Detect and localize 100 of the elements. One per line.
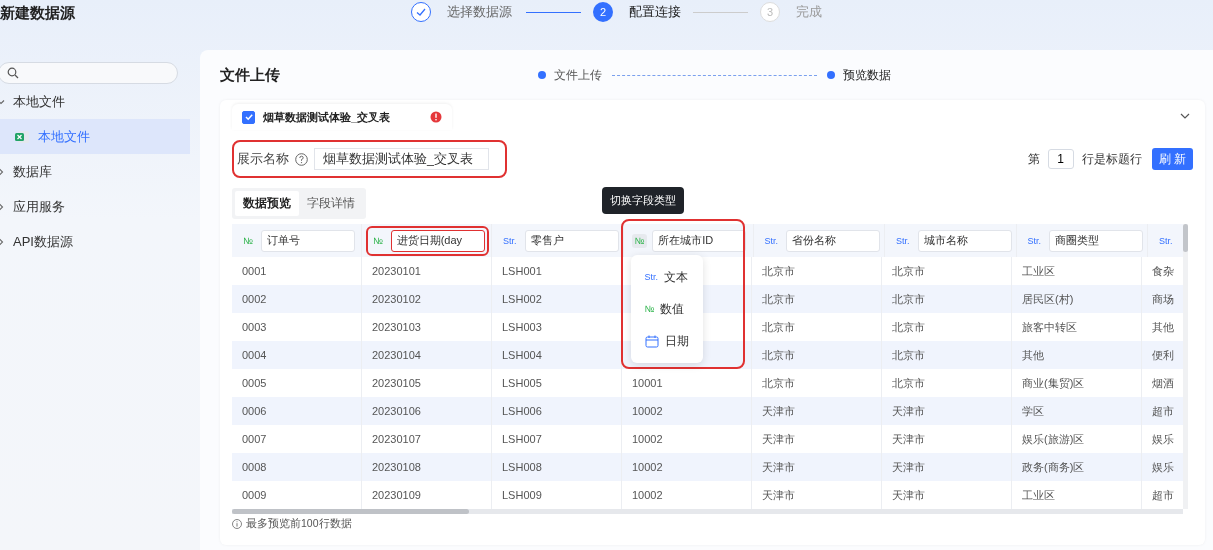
table-cell: 20230107 (372, 433, 421, 445)
menu-item[interactable]: № 数值 (630, 293, 703, 325)
table-cell: 0002 (242, 293, 267, 305)
search-field[interactable] (0, 62, 178, 84)
chevron-icon (0, 97, 5, 106)
scrollbar-thumb[interactable] (232, 509, 469, 514)
menu-label: 数值 (660, 300, 685, 318)
table-cell: 20230109 (372, 489, 421, 501)
table-cell: 10002 (632, 489, 663, 501)
table-cell: 天津市 (892, 403, 925, 419)
field-label: 展示名称 (237, 150, 289, 168)
table-cell: 天津市 (762, 487, 795, 503)
table-cell: LSH008 (502, 461, 542, 473)
table-cell: 10002 (632, 405, 663, 417)
table-cell: 其他 (1152, 319, 1174, 335)
scrollbar-thumb[interactable] (1183, 224, 1188, 252)
column-name-field[interactable]: 商圈类型 (1049, 229, 1144, 252)
field-type-toggle[interactable]: Str. (1156, 233, 1176, 248)
table-cell: LSH009 (502, 489, 542, 501)
column-name-field[interactable]: 进货日期(day (390, 229, 485, 252)
menu-item[interactable]: Str. 文本 (630, 261, 703, 293)
menu-label: 文本 (664, 268, 689, 286)
table-cell: 天津市 (762, 431, 795, 447)
step-label: 配置连接 (629, 3, 681, 21)
tree-label: 应用服务 (13, 197, 65, 216)
column-name-field[interactable]: 所在城市ID (652, 229, 747, 252)
table-cell: 10002 (632, 461, 663, 473)
table-cell: 10001 (632, 377, 663, 389)
table-cell: LSH005 (502, 377, 542, 389)
field-type-toggle[interactable]: Str. (893, 233, 913, 248)
footnote: 最多预览前100行数据 (246, 517, 352, 531)
chevron-icon (0, 167, 5, 176)
step-indicator: 2 (593, 2, 613, 22)
table-cell: 0003 (242, 321, 267, 333)
table-cell: 娱乐 (1152, 431, 1174, 447)
tree-item[interactable]: 本地文件 (0, 84, 190, 119)
field-type-toggle[interactable]: Str. (500, 233, 520, 248)
step-label: 预览数据 (843, 66, 891, 84)
column-name-field[interactable]: 城市名称 (917, 229, 1012, 252)
table-cell: LSH001 (502, 265, 542, 277)
table-cell: 北京市 (892, 263, 925, 279)
checkbox[interactable] (242, 110, 255, 124)
type-mark: Str. (644, 272, 659, 282)
column-name-field[interactable]: 零售户 (524, 229, 619, 252)
table-cell: 20230104 (372, 349, 421, 361)
table-cell: 20230106 (372, 405, 421, 417)
header-row-field[interactable]: 1 (1047, 149, 1074, 169)
table-cell: 北京市 (892, 347, 925, 363)
table-cell: 天津市 (762, 403, 795, 419)
table-cell: 天津市 (762, 459, 795, 475)
table-cell: LSH006 (502, 405, 542, 417)
table-cell: 北京市 (892, 291, 925, 307)
table-cell: LSH004 (502, 349, 542, 361)
info-icon (232, 519, 242, 529)
search-icon (7, 67, 19, 79)
file-name: 烟草数据测试体验_交叉表 (263, 109, 392, 125)
table-cell: 北京市 (762, 319, 795, 335)
display-name-field[interactable]: 烟草数据测试体验_交叉表 (314, 148, 489, 170)
table-cell: 0006 (242, 405, 267, 417)
tree-item[interactable]: API数据源 (0, 224, 190, 259)
table-cell: 超市 (1152, 403, 1174, 419)
tree-item[interactable]: 应用服务 (0, 189, 190, 224)
step-label: 文件上传 (554, 66, 602, 84)
step-label: 完成 (796, 3, 822, 21)
table-cell: 学区 (1022, 403, 1044, 419)
table-cell: 商业(集贸)区 (1022, 375, 1085, 391)
step-dot-icon (827, 71, 835, 79)
table-cell: 商场 (1152, 291, 1174, 307)
table-cell: 北京市 (762, 291, 795, 307)
table-cell: 北京市 (762, 263, 795, 279)
table-cell: 0001 (242, 265, 267, 277)
tab[interactable]: 字段详情 (299, 191, 363, 216)
table-cell: 0007 (242, 433, 267, 445)
menu-item[interactable]: 日期 (630, 325, 703, 357)
tree-item[interactable]: 数据库 (0, 154, 190, 189)
step-label: 选择数据源 (447, 3, 512, 21)
table-cell: 北京市 (762, 375, 795, 391)
refresh-button[interactable]: 刷 新 (1151, 148, 1193, 170)
table-cell: 天津市 (892, 487, 925, 503)
field-type-toggle[interactable]: Str. (1024, 233, 1045, 248)
table-cell: 工业区 (1022, 487, 1055, 503)
table-cell: 北京市 (762, 347, 795, 363)
tab[interactable]: 数据预览 (235, 191, 299, 216)
field-label: 第 (1027, 150, 1040, 168)
table-cell: 0008 (242, 461, 267, 473)
chevron-icon (0, 237, 5, 246)
table-cell: 0009 (242, 489, 267, 501)
table-cell: 10002 (632, 433, 663, 445)
chevron-icon (0, 202, 5, 211)
table-cell: 天津市 (892, 431, 925, 447)
spreadsheet-icon (14, 129, 30, 144)
file-tab[interactable]: 烟草数据测试体验_交叉表 (232, 104, 452, 130)
column-name-field[interactable]: 省份名称 (786, 229, 881, 252)
tree-item[interactable]: 本地文件 (0, 119, 190, 154)
section-title: 文件上传 (220, 65, 281, 85)
menu-label: 日期 (664, 332, 689, 350)
table-cell: 20230103 (372, 321, 421, 333)
table-cell: 北京市 (892, 319, 925, 335)
field-type-toggle[interactable]: Str. (761, 233, 782, 248)
column-name-field[interactable]: 订单号 (260, 229, 355, 252)
